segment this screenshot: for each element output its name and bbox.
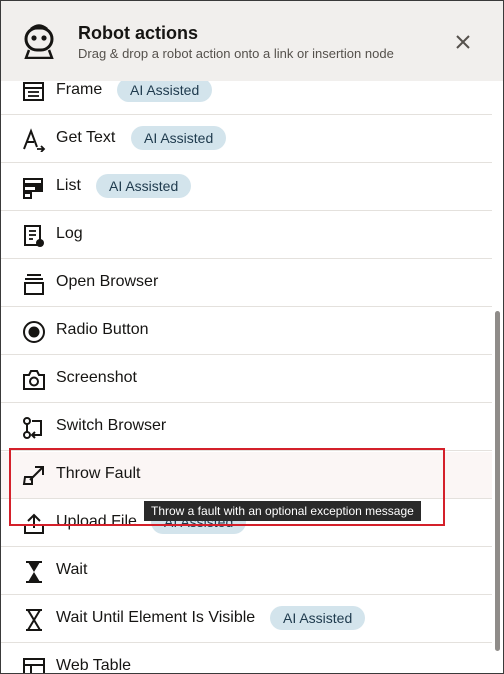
ai-assisted-badge: AI Assisted — [96, 174, 192, 198]
hourglass-icon — [22, 560, 46, 584]
list-item-label: Switch Browser — [56, 417, 167, 434]
list-item-list[interactable]: List AI Assisted — [1, 164, 492, 211]
list-item-get-text[interactable]: Get Text AI Assisted — [1, 116, 492, 163]
list-item-label: Open Browser — [56, 273, 159, 290]
panel-subtitle: Drag & drop a robot action onto a link o… — [78, 46, 394, 61]
ai-assisted-badge: AI Assisted — [131, 126, 227, 150]
open-browser-icon — [22, 272, 46, 296]
panel-title: Robot actions — [78, 23, 198, 43]
list-item-label: Upload File — [56, 513, 137, 530]
list-item-label: Get Text — [56, 129, 116, 146]
switch-browser-icon — [22, 416, 46, 440]
web-table-icon — [22, 656, 46, 673]
list-item-label: Frame — [56, 81, 103, 98]
list-item-web-table[interactable]: Web Table — [1, 644, 492, 673]
robot-actions-panel: Robot actions Drag & drop a robot action… — [0, 0, 504, 674]
list-item-switch-browser[interactable]: Switch Browser — [1, 404, 492, 451]
list-item-throw-fault[interactable]: Throw Fault — [1, 452, 492, 499]
list-item-label: Web Table — [56, 657, 132, 673]
list-item-label: List — [56, 177, 81, 194]
list-item-label: Wait Until Element Is Visible — [56, 609, 256, 626]
list-item-screenshot[interactable]: Screenshot — [1, 356, 492, 403]
list-item-label: Log — [56, 225, 83, 242]
list-item-radio-button[interactable]: Radio Button — [1, 308, 492, 355]
frame-icon — [22, 81, 46, 104]
ai-assisted-badge: AI Assisted — [117, 81, 213, 102]
list-item-frame[interactable]: Frame AI Assisted — [1, 81, 492, 115]
ai-assisted-badge: AI Assisted — [270, 606, 366, 630]
robot-icon — [22, 23, 56, 59]
list-item-label: Throw Fault — [56, 465, 141, 482]
upload-icon — [22, 512, 46, 536]
close-icon[interactable] — [453, 32, 473, 52]
throw-fault-icon — [22, 464, 46, 488]
radio-button-icon — [22, 320, 46, 344]
list-item-log[interactable]: Log — [1, 212, 492, 259]
list-item-open-browser[interactable]: Open Browser — [1, 260, 492, 307]
camera-icon — [22, 368, 46, 392]
list-item-wait-until-visible[interactable]: Wait Until Element Is Visible AI Assiste… — [1, 596, 492, 643]
log-icon — [22, 224, 46, 248]
scrollbar-thumb[interactable] — [495, 311, 500, 651]
list-item-label: Radio Button — [56, 321, 149, 338]
list-icon — [22, 176, 46, 200]
list-item-label: Wait — [56, 561, 88, 578]
tooltip: Throw a fault with an optional exception… — [144, 501, 421, 521]
actions-list: Frame AI Assisted Get Text AI Assisted L… — [1, 81, 492, 673]
list-item-label: Screenshot — [56, 369, 137, 386]
panel-header: Robot actions Drag & drop a robot action… — [1, 1, 503, 81]
get-text-icon — [22, 128, 46, 152]
list-item-wait[interactable]: Wait — [1, 548, 492, 595]
hourglass-icon — [22, 608, 46, 632]
